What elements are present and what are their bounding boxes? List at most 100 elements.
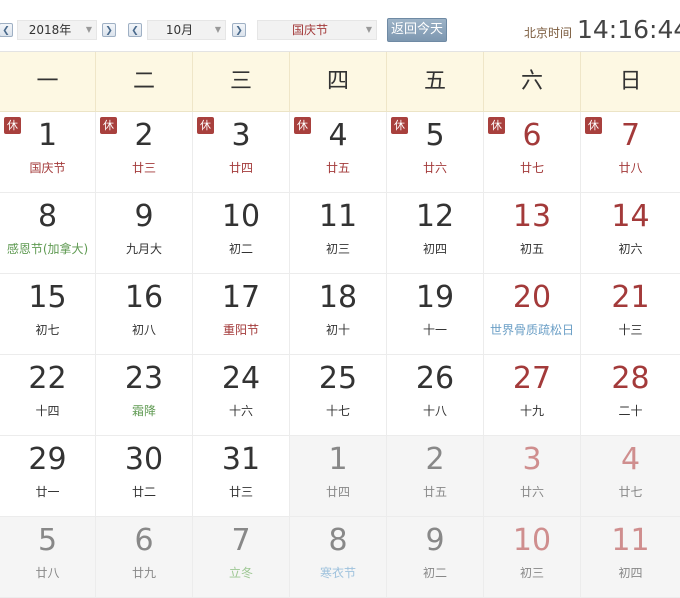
calendar-grid: 休 1 国庆节休 2 廿三休 3 廿四休 4 廿五休 5 廿六休 6 廿七休 7 廿八 8 感恩节(加拿大) 9 九… <box>0 112 680 598</box>
prev-year-button[interactable]: ❮ <box>0 23 13 37</box>
lunar-or-festival-label: 十六 <box>228 404 253 418</box>
calendar-day-cell[interactable]: 休 4 廿五 <box>290 112 387 193</box>
caret-down-icon: ▼ <box>365 25 372 34</box>
calendar-day-cell[interactable]: 8 寒衣节 <box>290 517 387 598</box>
calendar-day-cell[interactable]: 21 十三 <box>581 274 680 355</box>
weekday-header: 一 二 三 四 五 六 日 <box>0 52 680 112</box>
next-year-button[interactable]: ❯ <box>102 23 116 37</box>
day-number: 29 <box>28 442 67 477</box>
lunar-or-festival-label: 十一 <box>422 323 447 337</box>
calendar-day-cell[interactable]: 休 6 廿七 <box>484 112 581 193</box>
calendar-day-cell[interactable]: 5 廿八 <box>0 517 96 598</box>
lunar-or-festival-label: 初七 <box>35 323 60 337</box>
day-number: 6 <box>522 118 542 153</box>
calendar-day-cell[interactable]: 3 廿六 <box>484 436 581 517</box>
day-number: 4 <box>620 442 641 477</box>
day-number: 6 <box>134 523 154 558</box>
day-number: 7 <box>231 523 251 558</box>
holiday-select[interactable]: 国庆节 ▼ <box>257 20 377 40</box>
day-number: 11 <box>611 523 650 558</box>
chevron-left-icon: ❮ <box>131 26 139 36</box>
caret-down-icon: ▼ <box>85 25 92 34</box>
calendar-day-cell[interactable]: 28 二十 <box>581 355 680 436</box>
calendar-day-cell[interactable]: 22 十四 <box>0 355 96 436</box>
calendar-day-cell[interactable]: 15 初七 <box>0 274 96 355</box>
day-number: 1 <box>37 118 58 153</box>
clock-time: 14:16:44 <box>577 15 680 44</box>
day-number: 3 <box>231 118 251 153</box>
lunar-or-festival-label: 十八 <box>422 404 447 418</box>
lunar-or-festival-label: 初六 <box>618 242 643 256</box>
day-number: 10 <box>221 199 261 234</box>
calendar-day-cell[interactable]: 1 廿四 <box>290 436 387 517</box>
lunar-or-festival-label: 廿一 <box>35 485 60 499</box>
day-number: 18 <box>318 280 358 315</box>
calendar-day-cell[interactable]: 26 十八 <box>387 355 484 436</box>
calendar-day-cell[interactable]: 10 初三 <box>484 517 581 598</box>
day-number: 31 <box>221 442 261 477</box>
day-number: 28 <box>611 361 650 396</box>
calendar-day-cell[interactable]: 9 九月大 <box>96 193 193 274</box>
calendar-day-cell[interactable]: 20 世界骨质疏松日 <box>484 274 581 355</box>
day-number: 2 <box>134 118 154 153</box>
calendar-day-cell[interactable]: 23 霜降 <box>96 355 193 436</box>
month-select[interactable]: 10月 ▼ <box>147 20 226 40</box>
day-number: 14 <box>611 199 650 234</box>
calendar-day-cell[interactable]: 24 十六 <box>193 355 290 436</box>
weekday-sun: 日 <box>619 69 642 94</box>
lunar-or-festival-label: 廿三 <box>131 161 156 175</box>
calendar-day-cell[interactable]: 7 立冬 <box>193 517 290 598</box>
day-number: 8 <box>37 199 58 234</box>
day-number: 9 <box>425 523 445 558</box>
calendar-day-cell[interactable]: 8 感恩节(加拿大) <box>0 193 96 274</box>
calendar-day-cell[interactable]: 17 重阳节 <box>193 274 290 355</box>
calendar-day-cell[interactable]: 16 初八 <box>96 274 193 355</box>
year-select[interactable]: 2018年 ▼ <box>17 20 97 40</box>
calendar-day-cell[interactable]: 休 2 廿三 <box>96 112 193 193</box>
calendar-day-cell[interactable]: 29 廿一 <box>0 436 96 517</box>
lunar-or-festival-label: 九月大 <box>125 242 162 256</box>
lunar-or-festival-label: 廿二 <box>131 485 156 499</box>
calendar-day-cell[interactable]: 11 初四 <box>581 517 680 598</box>
calendar-day-cell[interactable]: 6 廿九 <box>96 517 193 598</box>
calendar-day-cell[interactable]: 11 初三 <box>290 193 387 274</box>
calendar-day-cell[interactable]: 4 廿七 <box>581 436 680 517</box>
calendar-day-cell[interactable]: 休 5 廿六 <box>387 112 484 193</box>
calendar-day-cell[interactable]: 休 1 国庆节 <box>0 112 96 193</box>
day-number: 11 <box>318 199 358 234</box>
calendar-day-cell[interactable]: 12 初四 <box>387 193 484 274</box>
calendar-day-cell[interactable]: 27 十九 <box>484 355 581 436</box>
chevron-right-icon: ❯ <box>235 26 243 36</box>
lunar-or-festival-label: 初三 <box>519 566 544 580</box>
calendar-day-cell[interactable]: 9 初二 <box>387 517 484 598</box>
calendar-day-cell[interactable]: 休 3 廿四 <box>193 112 290 193</box>
weekday-tue: 二 <box>96 52 193 111</box>
prev-month-button[interactable]: ❮ <box>128 23 142 37</box>
weekday-thu: 四 <box>290 52 387 111</box>
calendar-day-cell[interactable]: 2 廿五 <box>387 436 484 517</box>
back-to-today-button[interactable]: 返回今天 <box>387 18 447 42</box>
calendar-day-cell[interactable]: 10 初二 <box>193 193 290 274</box>
calendar-day-cell[interactable]: 13 初五 <box>484 193 581 274</box>
lunar-or-festival-label: 十九 <box>519 404 544 418</box>
day-number: 7 <box>620 118 641 153</box>
lunar-or-festival-label: 重阳节 <box>222 323 259 337</box>
calendar-day-cell[interactable]: 25 十七 <box>290 355 387 436</box>
calendar-day-cell[interactable]: 19 十一 <box>387 274 484 355</box>
lunar-or-festival-label: 寒衣节 <box>319 566 356 580</box>
lunar-or-festival-label: 廿三 <box>228 485 253 499</box>
day-number: 5 <box>37 523 58 558</box>
day-number: 8 <box>328 523 348 558</box>
calendar-day-cell[interactable]: 31 廿三 <box>193 436 290 517</box>
calendar-day-cell[interactable]: 休 7 廿八 <box>581 112 680 193</box>
lunar-or-festival-label: 廿六 <box>519 485 544 499</box>
next-month-button[interactable]: ❯ <box>232 23 246 37</box>
day-number: 23 <box>124 361 164 396</box>
calendar-day-cell[interactable]: 30 廿二 <box>96 436 193 517</box>
day-number: 10 <box>512 523 552 558</box>
lunar-or-festival-label: 廿四 <box>325 485 350 499</box>
calendar-day-cell[interactable]: 18 初十 <box>290 274 387 355</box>
calendar-week-row: 休 1 国庆节休 2 廿三休 3 廿四休 4 廿五休 5 廿六休 6 廿七休 7 廿八 <box>0 112 680 193</box>
day-number: 27 <box>512 361 552 396</box>
calendar-day-cell[interactable]: 14 初六 <box>581 193 680 274</box>
